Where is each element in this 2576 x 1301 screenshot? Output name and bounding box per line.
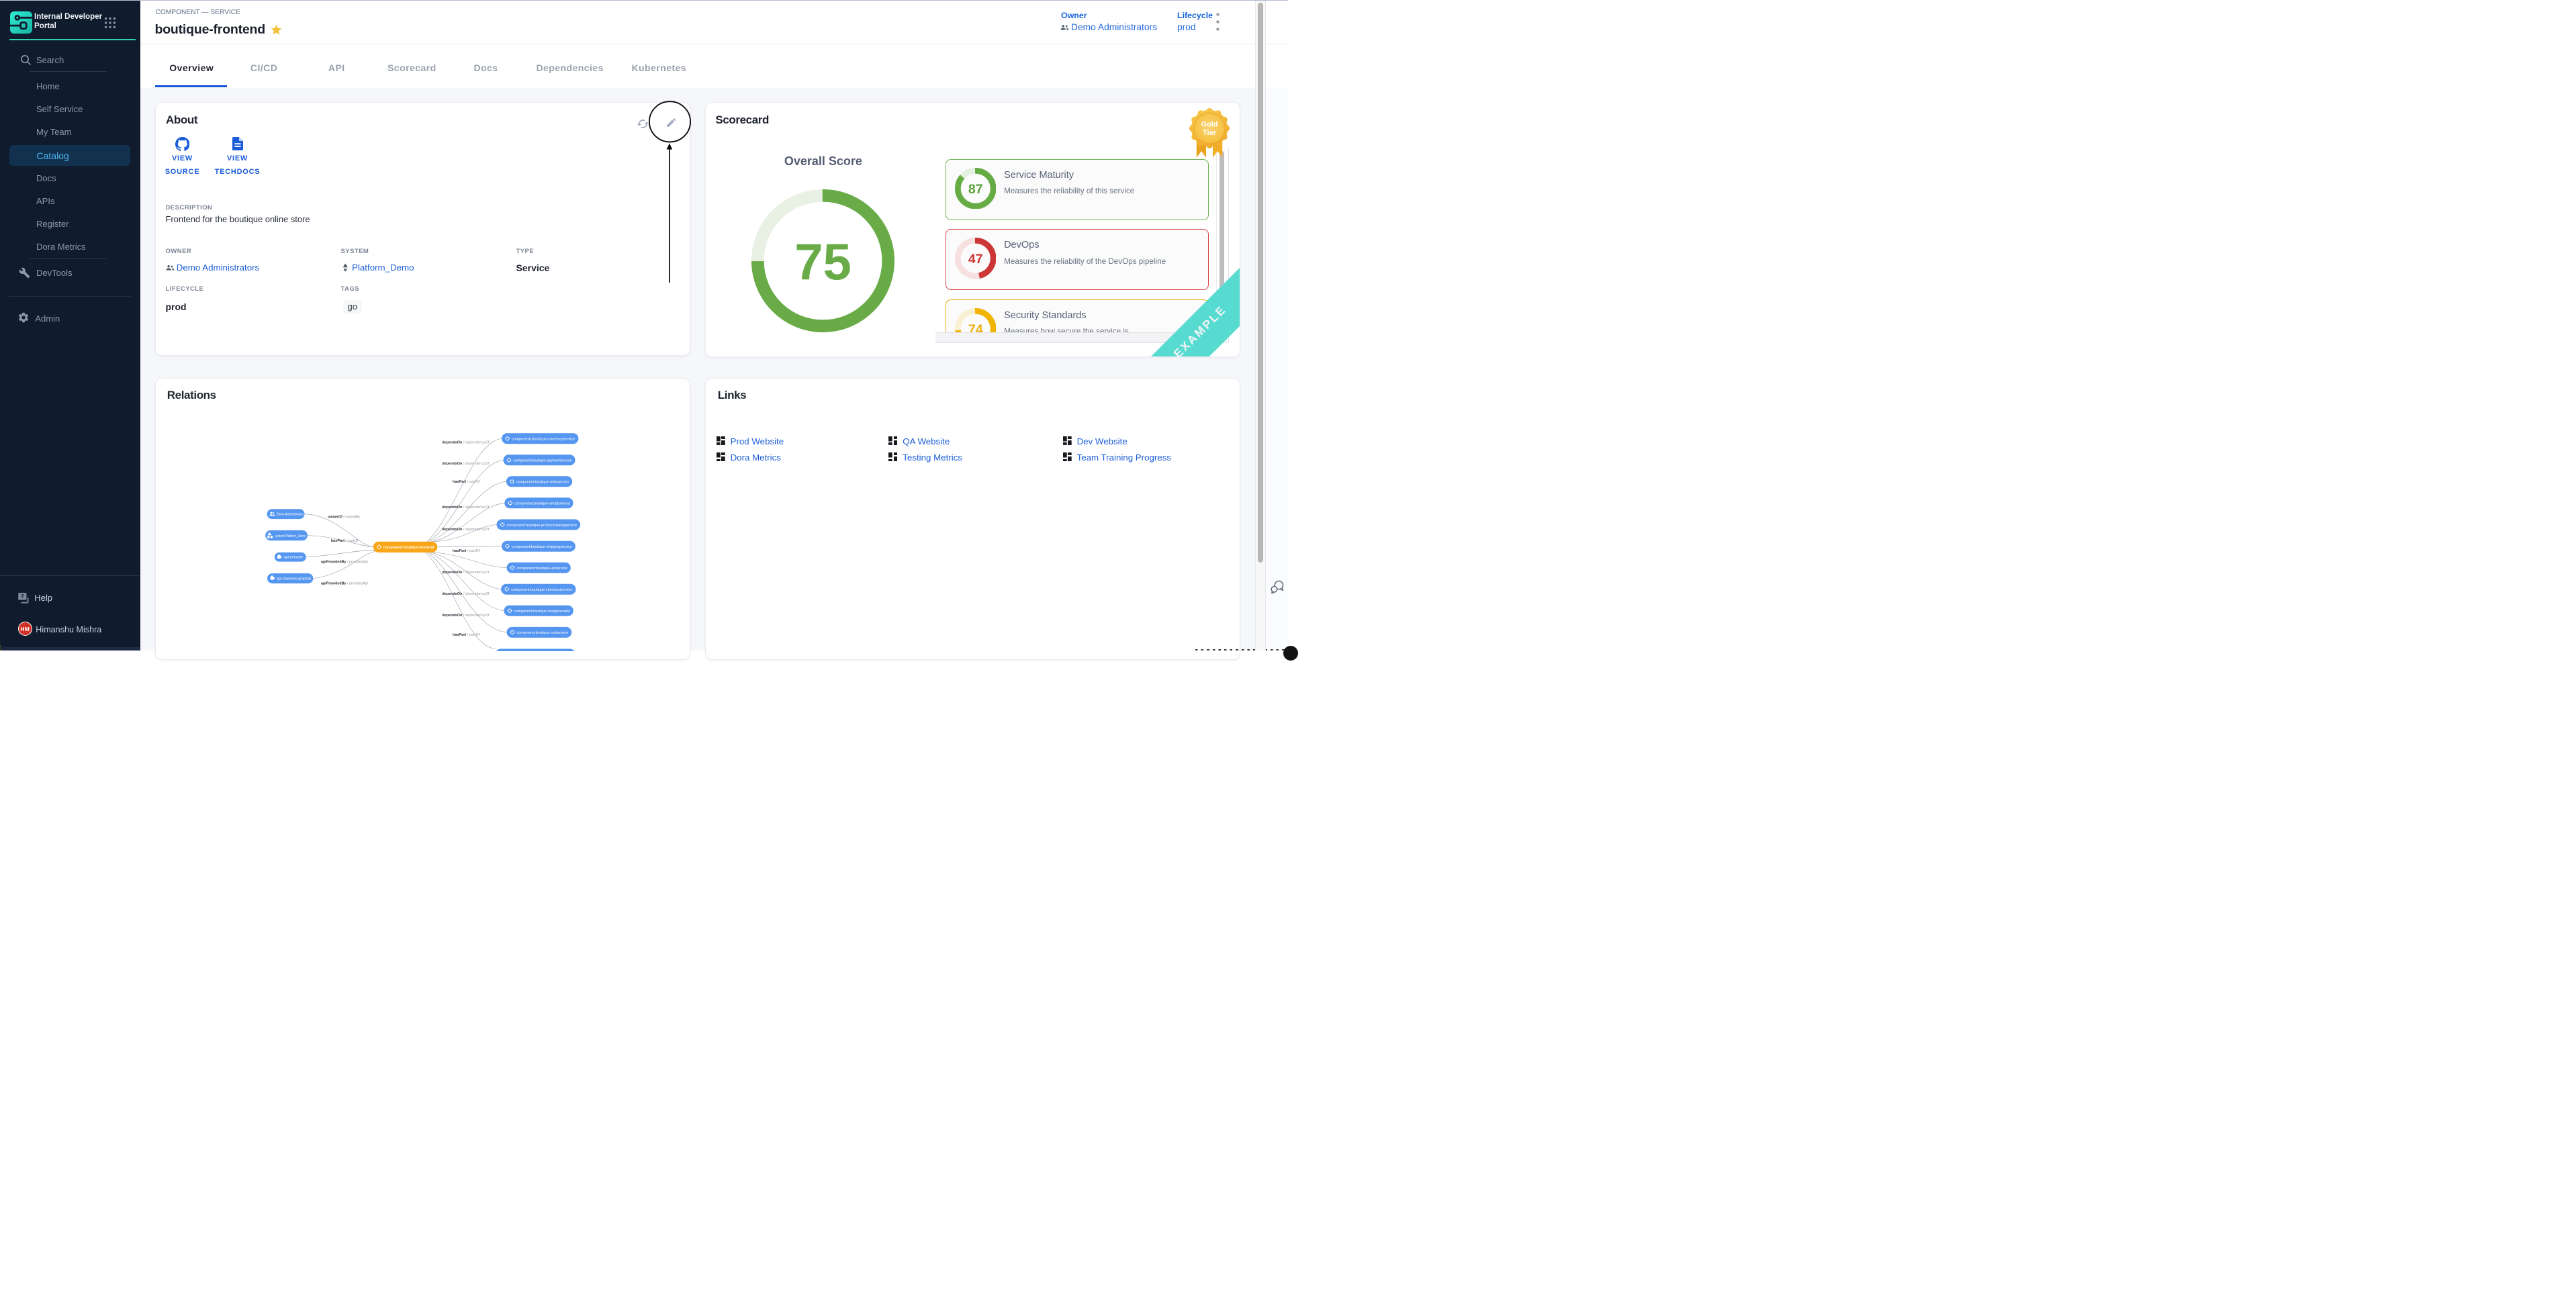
svg-text:apiProvidedBy / providesApi: apiProvidedBy / providesApi	[321, 582, 368, 586]
svg-text:apiProvidedBy / providesApi: apiProvidedBy / providesApi	[321, 561, 368, 565]
svg-text:hasPart / partOf: hasPart / partOf	[452, 633, 479, 637]
svg-text:component:boutique-currencyser: component:boutique-currencyservice	[512, 438, 576, 442]
svg-text:component:boutique-paymentserv: component:boutique-paymentservice	[513, 459, 572, 463]
svg-text:api:starwars-graphql: api:starwars-graphql	[276, 577, 310, 581]
svg-text:component:boutique-loadgenerat: component:boutique-loadgenerator	[514, 610, 569, 614]
svg-text:dependsOn / dependencyOf: dependsOn / dependencyOf	[442, 462, 489, 466]
svg-text:hasPart / partOf: hasPart / partOf	[330, 539, 358, 543]
svg-text:ownerOf / ownedBy: ownerOf / ownedBy	[328, 516, 360, 520]
svg-text:Demo Administrators: Demo Administrators	[276, 513, 303, 517]
svg-text:component:boutique-adservice: component:boutique-adservice	[516, 567, 567, 571]
svg-text:hasPart / partOf: hasPart / partOf	[452, 480, 479, 484]
svg-text:component:boutique-checkoutser: component:boutique-checkoutservice	[511, 588, 573, 592]
svg-text:component:boutique-frontend: component:boutique-frontend	[383, 546, 434, 550]
svg-text:component:boutique-shippingser: component:boutique-shippingservice	[512, 545, 572, 549]
svg-text:component:boutique-emailservic: component:boutique-emailservice	[514, 502, 570, 506]
svg-text:dependsOn / dependencyOf: dependsOn / dependencyOf	[442, 441, 489, 445]
svg-text:dependsOn / dependencyOf: dependsOn / dependencyOf	[442, 505, 489, 510]
svg-text:component:boutique-redisservic: component:boutique-redisservice	[516, 481, 569, 485]
svg-text:dependsOn / dependencyOf: dependsOn / dependencyOf	[442, 592, 489, 596]
svg-text:system:Platform_Demo: system:Platform_Demo	[275, 534, 306, 538]
svg-text:api:petstore: api:petstore	[283, 556, 303, 560]
svg-text:component:boutique-productcata: component:boutique-productcatalogservice	[506, 524, 577, 528]
svg-text:dependsOn / dependencyOf: dependsOn / dependencyOf	[442, 614, 489, 618]
svg-text:?: ?	[21, 593, 24, 599]
svg-text:dependsOn / dependencyOf: dependsOn / dependencyOf	[442, 571, 489, 575]
svg-text:dependsOn / dependencyOf: dependsOn / dependencyOf	[442, 528, 489, 532]
svg-text:hasPart / partOf: hasPart / partOf	[452, 549, 479, 553]
svg-text:component:boutique-cartservice: component:boutique-cartservice	[516, 631, 568, 635]
